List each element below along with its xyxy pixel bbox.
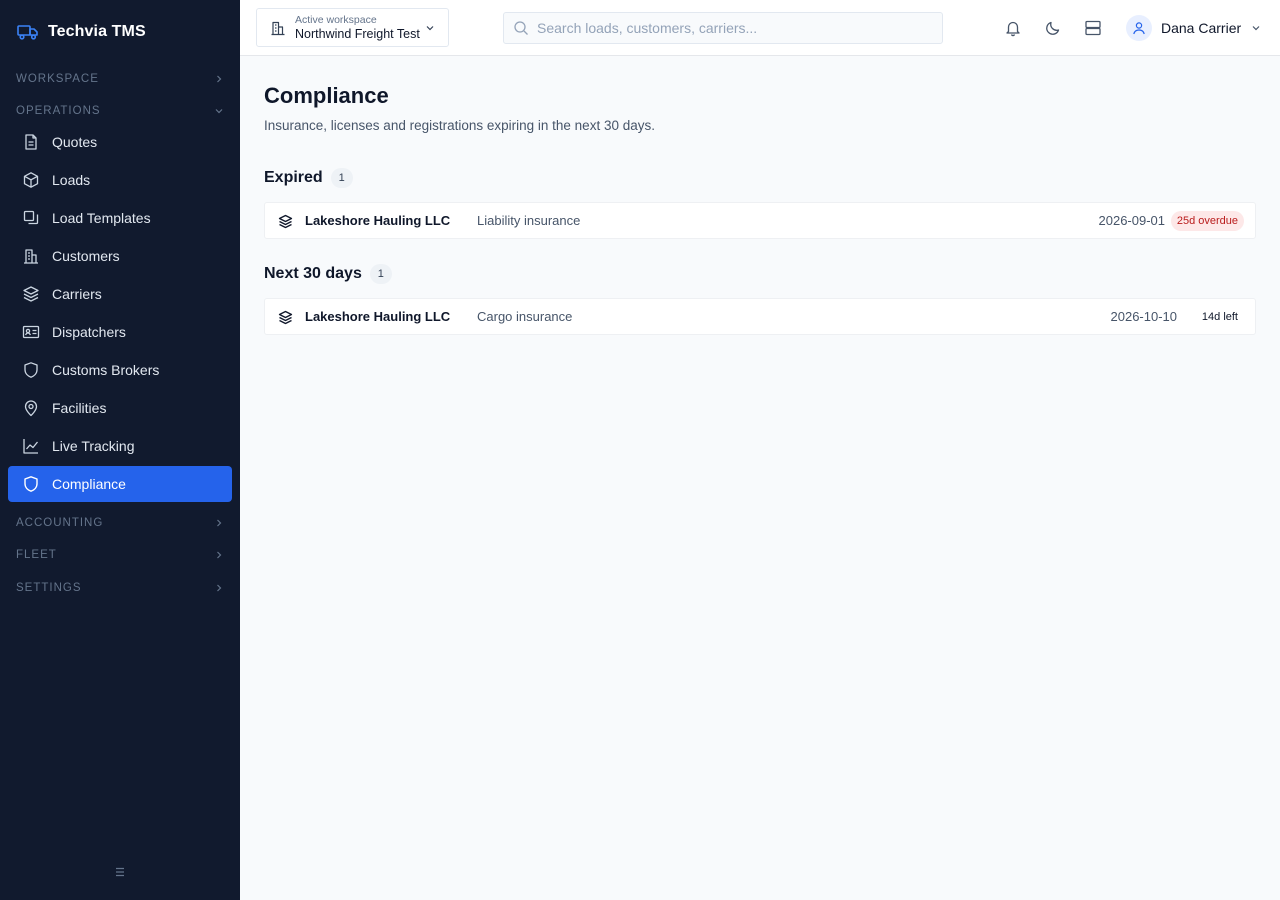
sidebar-item-load-templates[interactable]: Load Templates <box>8 200 232 236</box>
layers-icon <box>278 310 293 325</box>
user-icon <box>1132 21 1146 35</box>
layout-toggle-button[interactable] <box>1083 18 1103 38</box>
section-accounting-label: ACCOUNTING <box>16 517 104 529</box>
chevron-right-icon <box>214 550 224 560</box>
id-card-icon <box>22 323 40 341</box>
workspace-value: Northwind Freight Test <box>295 26 420 41</box>
compliance-row[interactable]: Lakeshore Hauling LLC Cargo insurance 20… <box>264 298 1256 335</box>
section-fleet[interactable]: FLEET <box>16 547 224 563</box>
chevron-down-icon <box>424 22 436 34</box>
chevron-right-icon <box>214 74 224 84</box>
chevron-down-icon <box>1250 22 1262 34</box>
section-operations[interactable]: OPERATIONS <box>16 103 224 119</box>
shield-icon <box>22 361 40 379</box>
section-fleet-label: FLEET <box>16 549 57 561</box>
sidebar-item-compliance[interactable]: Compliance <box>8 466 232 502</box>
chevron-right-icon <box>214 583 224 593</box>
compliance-row[interactable]: Lakeshore Hauling LLC Liability insuranc… <box>264 202 1256 239</box>
shield-icon <box>22 475 40 493</box>
sidebar-nav: Quotes Loads Load Templates Customers Ca… <box>8 124 232 504</box>
building-icon <box>22 247 40 265</box>
sidebar-item-label: Facilities <box>52 400 107 416</box>
expiry-date: 2026-10-10 <box>1110 309 1178 324</box>
workspace-label: Active workspace <box>295 13 377 26</box>
group-title: Expired <box>264 169 323 186</box>
user-name: Dana Carrier <box>1161 20 1242 36</box>
sidebar-item-label: Carriers <box>52 286 102 302</box>
brand[interactable]: Techvia TMS <box>16 20 146 44</box>
sidebar-item-live-tracking[interactable]: Live Tracking <box>8 428 232 464</box>
status-badge: 14d left <box>1195 306 1244 327</box>
avatar <box>1126 15 1152 41</box>
sidebar-item-label: Load Templates <box>52 210 151 226</box>
section-settings[interactable]: SETTINGS <box>16 580 224 596</box>
search-input[interactable] <box>537 20 927 36</box>
notifications-button[interactable] <box>1003 18 1023 38</box>
sidebar-item-dispatchers[interactable]: Dispatchers <box>8 314 232 350</box>
map-pin-icon <box>22 399 40 417</box>
sidebar-item-customers[interactable]: Customers <box>8 238 232 274</box>
search-icon <box>513 20 529 36</box>
app-name: Techvia TMS <box>48 23 146 40</box>
file-text-icon <box>22 133 40 151</box>
section-workspace-label: WORKSPACE <box>16 73 99 85</box>
status-badge: 25d overdue <box>1170 210 1244 231</box>
bell-icon <box>1004 19 1022 37</box>
section-operations-label: OPERATIONS <box>16 105 101 117</box>
count-badge: 1 <box>369 264 392 284</box>
page-subtitle: Insurance, licenses and registrations ex… <box>264 118 655 133</box>
server-icon <box>1084 19 1102 37</box>
truck-icon <box>16 20 40 44</box>
sidebar-item-label: Quotes <box>52 134 98 150</box>
menu-icon <box>114 866 126 878</box>
sidebar-item-label: Live Tracking <box>52 438 135 454</box>
copy-icon <box>22 209 40 227</box>
sidebar-item-label: Loads <box>52 172 91 188</box>
chevron-down-icon <box>214 106 224 116</box>
group-title: Next 30 days <box>264 265 362 282</box>
carrier-name: Lakeshore Hauling LLC <box>305 309 451 324</box>
sidebar-item-loads[interactable]: Loads <box>8 162 232 198</box>
document-type: Liability insurance <box>477 213 581 228</box>
line-chart-icon <box>22 437 40 455</box>
group-header-expired: Expired 1 <box>264 168 353 188</box>
sidebar: Techvia TMS WORKSPACE OPERATIONS Quotes … <box>0 0 240 900</box>
page-title: Compliance <box>264 83 389 108</box>
count-badge: 1 <box>330 168 353 188</box>
expiry-date: 2026-09-01 <box>1098 213 1166 228</box>
sidebar-item-label: Customers <box>52 248 120 264</box>
sidebar-item-label: Customs Brokers <box>52 362 160 378</box>
chevron-right-icon <box>214 518 224 528</box>
moon-icon <box>1044 19 1062 37</box>
sidebar-item-quotes[interactable]: Quotes <box>8 124 232 160</box>
section-settings-label: SETTINGS <box>16 582 82 594</box>
carrier-name: Lakeshore Hauling LLC <box>305 213 451 228</box>
section-workspace[interactable]: WORKSPACE <box>16 71 224 87</box>
sidebar-item-facilities[interactable]: Facilities <box>8 390 232 426</box>
sidebar-item-label: Dispatchers <box>52 324 126 340</box>
box-icon <box>22 171 40 189</box>
sidebar-item-label: Compliance <box>52 476 126 492</box>
search-box[interactable] <box>503 12 943 44</box>
layers-icon <box>22 285 40 303</box>
sidebar-item-carriers[interactable]: Carriers <box>8 276 232 312</box>
sidebar-item-customs-brokers[interactable]: Customs Brokers <box>8 352 232 388</box>
user-menu[interactable]: Dana Carrier <box>1126 14 1262 42</box>
top-bar: Active workspace Northwind Freight Test <box>240 0 1280 56</box>
group-header-next-30-days: Next 30 days 1 <box>264 264 392 284</box>
layers-icon <box>278 214 293 229</box>
document-type: Cargo insurance <box>477 309 573 324</box>
building-icon <box>270 20 286 36</box>
section-accounting[interactable]: ACCOUNTING <box>16 515 224 531</box>
sidebar-collapse-button[interactable] <box>112 864 128 880</box>
theme-toggle-button[interactable] <box>1043 18 1063 38</box>
workspace-switcher[interactable]: Active workspace Northwind Freight Test <box>256 8 449 47</box>
